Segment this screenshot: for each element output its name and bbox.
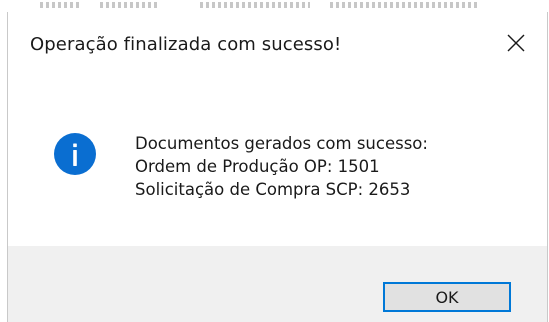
background-text-fragment: [100, 2, 160, 8]
message-line: Solicitação de Compra SCP: 2653: [135, 180, 411, 199]
background-window-strip: [0, 0, 549, 12]
message-line: Documentos gerados com sucesso:: [135, 134, 428, 153]
close-button[interactable]: [485, 12, 547, 74]
dialog-content: Documentos gerados com sucesso: Ordem de…: [8, 74, 547, 246]
message-dialog: Operação finalizada com sucesso! Documen…: [7, 12, 548, 322]
background-text-fragment: [200, 2, 310, 8]
dialog-titlebar[interactable]: Operação finalizada com sucesso!: [8, 12, 547, 74]
dialog-title: Operação finalizada com sucesso!: [30, 34, 342, 55]
info-icon: [54, 133, 96, 175]
background-text-fragment: [40, 2, 80, 8]
message-line: Ordem de Produção OP: 1501: [135, 157, 380, 176]
close-icon: [507, 34, 525, 52]
dialog-message: Documentos gerados com sucesso: Ordem de…: [135, 132, 428, 201]
dialog-button-bar: OK: [8, 246, 547, 322]
background-text-fragment: [330, 2, 480, 8]
ok-button[interactable]: OK: [383, 282, 511, 312]
